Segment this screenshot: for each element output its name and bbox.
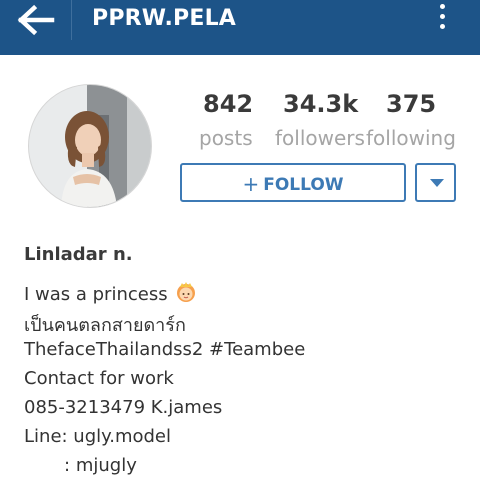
follow-button[interactable]: + FOLLOW <box>180 163 406 202</box>
plus-icon: + <box>242 172 260 196</box>
following-label[interactable]: following <box>366 126 456 150</box>
posts-label: posts <box>199 126 253 150</box>
header-divider <box>71 0 72 40</box>
bio-line: เป็นคนตลกสายดาร์ก <box>24 315 186 336</box>
bio-line: 085-3213479 K.james <box>24 397 223 418</box>
page-title: PPRW.PELA <box>92 6 237 31</box>
bio-line: Contact for work <box>24 368 174 389</box>
bio-line: : mjugly <box>24 455 137 476</box>
bio-line: Line: ugly.model <box>24 426 171 447</box>
following-count[interactable]: 375 <box>386 90 436 118</box>
posts-count: 842 <box>203 90 254 118</box>
follow-label: FOLLOW <box>263 175 344 195</box>
arrow-left-icon[interactable] <box>16 4 56 36</box>
kebab-menu-icon[interactable] <box>436 4 448 38</box>
suggestions-dropdown-button[interactable] <box>415 163 456 202</box>
top-bar: PPRW.PELA <box>0 0 480 55</box>
princess-emoji-icon <box>177 282 196 302</box>
bio-line: I was a princess <box>24 281 197 305</box>
avatar[interactable] <box>28 84 152 208</box>
profile-name: Linladar n. <box>24 244 133 265</box>
bio-text: I was a princess <box>24 284 168 305</box>
bio-line: ThefaceThailandss2 #Teambee <box>24 339 306 360</box>
followers-label[interactable]: followers <box>275 126 365 150</box>
followers-count[interactable]: 34.3k <box>283 90 358 118</box>
caret-down-icon <box>430 179 444 187</box>
